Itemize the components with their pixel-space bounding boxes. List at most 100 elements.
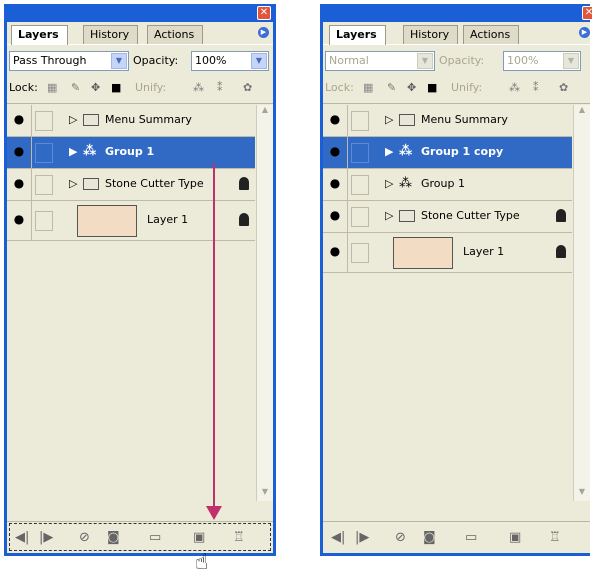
layer-style-icon[interactable]: ⊘ — [395, 530, 406, 545]
link-box[interactable] — [351, 243, 369, 263]
lock-icon — [556, 245, 566, 258]
lock-paint-icon[interactable]: ✎ — [387, 81, 396, 94]
blend-mode-value: Normal — [329, 54, 369, 67]
prev-icon[interactable]: ◀| — [15, 530, 29, 545]
layer-style-icon[interactable]: ⊘ — [79, 530, 90, 545]
lock-move-icon[interactable]: ✥ — [91, 81, 100, 94]
blend-row: Pass Through ▼ Opacity: 100% ▼ — [7, 44, 273, 74]
panel-menu-icon[interactable]: ▶ — [258, 27, 269, 38]
layer-name: Group 1 — [421, 177, 465, 190]
new-group-icon[interactable]: ▭ — [465, 530, 477, 545]
tab-layers[interactable]: Layers — [11, 25, 68, 45]
scrollbar[interactable]: ▲ ▼ — [256, 105, 273, 501]
tab-layers[interactable]: Layers — [329, 25, 386, 45]
close-icon[interactable]: ✕ — [257, 6, 271, 20]
lock-transparency-icon[interactable]: ▦ — [363, 81, 373, 94]
scroll-down-icon[interactable]: ▼ — [574, 487, 590, 501]
prev-icon[interactable]: ◀| — [331, 530, 345, 545]
expand-triangle-icon[interactable]: ▶ — [69, 145, 77, 158]
new-layer-icon[interactable]: ▣ — [193, 530, 205, 545]
layer-mask-icon[interactable]: ◙ — [107, 530, 120, 545]
link-box[interactable] — [351, 111, 369, 131]
unify-position-icon[interactable]: ⁂ — [193, 81, 204, 94]
unify-visibility-icon[interactable]: ⁑ — [533, 81, 539, 94]
layer-row[interactable]: ● ▷ ⁂ Group 1 — [323, 169, 572, 201]
lock-all-icon[interactable]: ■ — [427, 81, 437, 94]
unify-label: Unify: — [135, 81, 167, 94]
link-box[interactable] — [351, 175, 369, 195]
opacity-input[interactable]: 100% ▼ — [191, 51, 269, 71]
unify-visibility-icon[interactable]: ⁑ — [217, 81, 223, 94]
expand-triangle-icon[interactable]: ▷ — [385, 209, 393, 222]
layer-row[interactable]: ● ▶ ⁂ Group 1 copy — [323, 137, 572, 169]
layer-name: Stone Cutter Type — [421, 209, 520, 222]
expand-triangle-icon[interactable]: ▷ — [385, 113, 393, 126]
tab-history[interactable]: History — [403, 25, 459, 44]
link-box[interactable] — [35, 111, 53, 131]
new-layer-icon[interactable]: ▣ — [509, 530, 521, 545]
expand-triangle-icon[interactable]: ▷ — [385, 177, 393, 190]
expand-triangle-icon[interactable]: ▶ — [385, 145, 393, 158]
layer-list: ● ▷ Menu Summary ● ▶ ⁂ Group 1 copy ● ▷ ⁂ Group … — [323, 105, 572, 273]
next-icon[interactable]: |▶ — [39, 530, 53, 545]
unify-position-icon[interactable]: ⁂ — [509, 81, 520, 94]
layer-row[interactable]: ● ▷ Stone Cutter Type — [323, 201, 572, 233]
layer-list: ● ▷ Menu Summary ● ▶ ⁂ Group 1 ● ▷ Stone Cutter… — [7, 105, 255, 241]
expand-triangle-icon[interactable]: ▷ — [69, 113, 77, 126]
trash-icon[interactable]: ♖ — [549, 530, 561, 545]
new-group-icon[interactable]: ▭ — [149, 530, 161, 545]
eye-icon[interactable]: ● — [7, 201, 32, 240]
layer-row[interactable]: ● Layer 1 — [323, 233, 572, 273]
tab-history[interactable]: History — [83, 25, 139, 44]
layer-name: Group 1 copy — [421, 145, 504, 158]
layer-mask-icon[interactable]: ◙ — [423, 530, 436, 545]
unify-style-icon[interactable]: ✿ — [559, 81, 568, 94]
link-box[interactable] — [35, 143, 53, 163]
opacity-input[interactable]: 100% ▼ — [503, 51, 581, 71]
scroll-up-icon[interactable]: ▲ — [574, 105, 590, 119]
tab-actions[interactable]: Actions — [463, 25, 520, 44]
panel-footer: ◀| |▶ ⊘ ◙ ▭ ▣ ♖ — [7, 521, 273, 553]
scroll-up-icon[interactable]: ▲ — [257, 105, 273, 119]
eye-icon[interactable]: ● — [7, 169, 32, 200]
link-box[interactable] — [351, 143, 369, 163]
link-box[interactable] — [35, 211, 53, 231]
layer-name: Group 1 — [105, 145, 155, 158]
link-box[interactable] — [35, 175, 53, 195]
eye-icon[interactable]: ● — [7, 137, 32, 168]
lock-all-icon[interactable]: ■ — [111, 81, 121, 94]
eye-icon[interactable]: ● — [323, 201, 348, 232]
blend-mode-select[interactable]: Normal ▼ — [325, 51, 435, 71]
link-box[interactable] — [351, 207, 369, 227]
folder-icon — [399, 210, 415, 222]
close-icon[interactable]: ✕ — [582, 6, 592, 20]
eye-icon[interactable]: ● — [7, 105, 32, 136]
scrollbar[interactable]: ▲ ▼ — [573, 105, 590, 501]
scroll-down-icon[interactable]: ▼ — [257, 487, 273, 501]
eye-icon[interactable]: ● — [323, 105, 348, 136]
tab-actions[interactable]: Actions — [147, 25, 204, 44]
lock-transparency-icon[interactable]: ▦ — [47, 81, 57, 94]
unify-style-icon[interactable]: ✿ — [243, 81, 252, 94]
expand-triangle-icon[interactable]: ▷ — [69, 177, 77, 190]
blend-mode-value: Pass Through — [13, 54, 87, 67]
eye-icon[interactable]: ● — [323, 137, 348, 168]
eye-icon[interactable]: ● — [323, 169, 348, 200]
blend-mode-select[interactable]: Pass Through ▼ — [9, 51, 129, 71]
panel-menu-icon[interactable]: ▶ — [579, 27, 590, 38]
panel-footer: ◀| |▶ ⊘ ◙ ▭ ▣ ♖ — [323, 521, 590, 553]
layer-row[interactable]: ● Layer 1 — [7, 201, 255, 241]
lock-paint-icon[interactable]: ✎ — [71, 81, 80, 94]
eye-icon[interactable]: ● — [323, 233, 348, 272]
layer-row[interactable]: ● ▷ Menu Summary — [7, 105, 255, 137]
layer-row[interactable]: ● ▶ ⁂ Group 1 — [7, 137, 255, 169]
next-icon[interactable]: |▶ — [355, 530, 369, 545]
opacity-label: Opacity: — [133, 54, 179, 67]
layer-row[interactable]: ● ▷ Stone Cutter Type — [7, 169, 255, 201]
lock-move-icon[interactable]: ✥ — [407, 81, 416, 94]
trash-icon[interactable]: ♖ — [233, 530, 245, 545]
hand-cursor-icon: ☝ — [195, 550, 209, 575]
layer-row[interactable]: ● ▷ Menu Summary — [323, 105, 572, 137]
folder-icon — [83, 114, 99, 126]
layer-name: Menu Summary — [105, 113, 192, 126]
